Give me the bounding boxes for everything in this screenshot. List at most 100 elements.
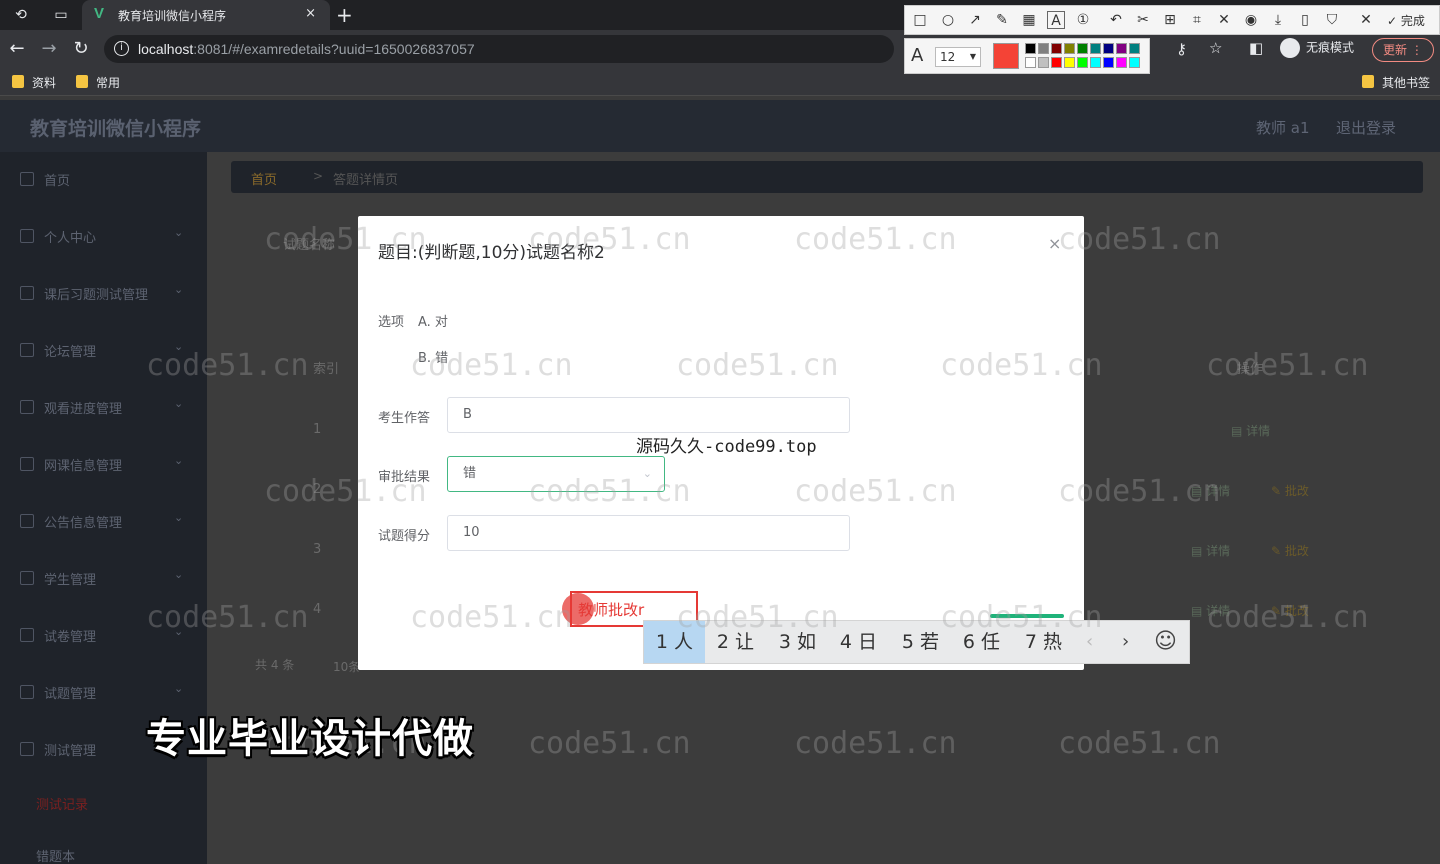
bookmark-folder[interactable]: 资料 <box>12 74 56 91</box>
done-button[interactable]: ✓ 完成 <box>1387 12 1425 29</box>
translate-icon[interactable]: ⊞ <box>1161 11 1179 29</box>
pen-tool-icon[interactable]: ✎ <box>993 11 1011 29</box>
app-title: 教育培训微信小程序 <box>30 118 202 140</box>
home-icon <box>20 172 34 186</box>
color-swatch[interactable] <box>1103 43 1114 54</box>
pin-icon[interactable]: ✕ <box>1215 11 1233 29</box>
update-button[interactable]: 更新 ⋮ <box>1372 38 1434 62</box>
chevron-down-icon: ⌄ <box>174 226 184 239</box>
bar-chart-icon <box>20 628 34 642</box>
back-button[interactable]: ← <box>6 38 28 60</box>
emoji-icon[interactable]: ☺ <box>1154 621 1177 663</box>
gear-icon <box>20 742 34 756</box>
watermark-text: code51.cn <box>528 726 691 761</box>
color-swatch[interactable] <box>1103 57 1114 68</box>
color-swatch[interactable] <box>1129 57 1140 68</box>
ocr-icon[interactable]: ⌗ <box>1188 11 1206 29</box>
sidebar-item-courses[interactable]: 网课信息管理 ⌄ <box>0 445 207 485</box>
watermark-text: code51.cn <box>264 222 427 257</box>
user-icon <box>20 229 34 243</box>
download-icon[interactable]: ⤓ <box>1269 11 1287 29</box>
color-swatch[interactable] <box>1116 43 1127 54</box>
ellipse-tool-icon[interactable]: ○ <box>939 11 957 29</box>
color-swatch[interactable] <box>1090 57 1101 68</box>
sidebar-item-profile[interactable]: 个人中心 ⌄ <box>0 217 207 257</box>
current-color-swatch[interactable] <box>993 43 1019 69</box>
detail-link[interactable]: ▤ 详情 <box>1191 542 1230 559</box>
pagination-total: 共 4 条 <box>255 658 295 672</box>
tab-close-button[interactable]: × <box>305 6 316 21</box>
watermark-text: code51.cn <box>1206 600 1369 635</box>
number-tool-icon[interactable]: ① <box>1074 11 1092 29</box>
sidebar-item-notice[interactable]: 公告信息管理 ⌄ <box>0 502 207 542</box>
cancel-icon[interactable]: ✕ <box>1357 11 1375 29</box>
sidebar-item-progress[interactable]: 观看进度管理 ⌄ <box>0 388 207 428</box>
window-icon[interactable]: ▭ <box>52 6 70 24</box>
rectangle-tool-icon[interactable]: □ <box>911 11 929 29</box>
breadcrumb-home[interactable]: 首页 <box>251 169 277 188</box>
crop-icon[interactable]: ✂ <box>1134 11 1152 29</box>
color-swatch[interactable] <box>1064 43 1075 54</box>
watermark-text: code51.cn <box>528 222 691 257</box>
color-swatch[interactable] <box>1090 43 1101 54</box>
url-input[interactable]: i localhost:8081/#/examredetails?uuid=16… <box>104 35 894 63</box>
reload-button[interactable]: ↻ <box>70 38 92 60</box>
color-swatch[interactable] <box>1051 43 1062 54</box>
sidepanel-icon[interactable]: ◧ <box>1249 39 1263 57</box>
color-swatch[interactable] <box>1025 43 1036 54</box>
pagination-size[interactable]: 10条 <box>333 658 360 675</box>
approve-link[interactable]: ✎ 批改 <box>1271 542 1309 559</box>
source-watermark: 源码久久-code99.top <box>636 437 817 457</box>
app-header: 教育培训微信小程序 教师 a1 退出登录 <box>0 100 1440 152</box>
answer-label: 考生作答 <box>378 411 431 426</box>
watermark-text: code51.cn <box>676 600 839 635</box>
sidebar-item-home[interactable]: 首页 <box>0 160 207 200</box>
detail-link[interactable]: ▤ 详情 <box>1231 422 1270 439</box>
color-swatch[interactable] <box>1129 43 1140 54</box>
forward-button[interactable]: → <box>38 38 60 60</box>
browser-tab[interactable]: V 教育培训微信小程序 × <box>82 0 330 30</box>
text-style-toolbar: A 12 <box>904 38 1150 74</box>
incognito-indicator[interactable]: 无痕模式 <box>1280 38 1354 58</box>
watermark-text: code51.cn <box>794 726 957 761</box>
ime-next-icon[interactable]: › <box>1122 621 1129 663</box>
sidebar-sub-test-records[interactable]: 测试记录 <box>36 794 88 813</box>
font-size-select[interactable]: 12 <box>935 47 981 67</box>
screenshot-toolbar: □ ○ ↗ ✎ ▦ A ① ↶ ✂ ⊞ ⌗ ✕ ◉ ⤓ ▯ ⛉ ✕ ✓ 完成 <box>904 5 1440 35</box>
color-swatch[interactable] <box>1025 57 1036 68</box>
answer-field[interactable]: B <box>447 397 850 433</box>
color-swatch[interactable] <box>1077 43 1088 54</box>
color-swatch[interactable] <box>1116 57 1127 68</box>
phone-icon[interactable]: ▯ <box>1296 11 1314 29</box>
clock-icon <box>20 286 34 300</box>
color-swatch[interactable] <box>1051 57 1062 68</box>
undo-icon[interactable]: ↶ <box>1107 11 1125 29</box>
arrow-tool-icon[interactable]: ↗ <box>966 11 984 29</box>
record-icon[interactable]: ◉ <box>1242 11 1260 29</box>
score-input[interactable]: 10 <box>447 515 850 551</box>
color-swatch[interactable] <box>1077 57 1088 68</box>
site-info-icon[interactable]: i <box>114 41 129 56</box>
color-swatch[interactable] <box>1064 57 1075 68</box>
color-swatch[interactable] <box>1038 43 1049 54</box>
key-icon[interactable]: ⚷ <box>1176 40 1187 58</box>
watermark-text: code51.cn <box>794 474 957 509</box>
watermark-text: code51.cn <box>410 348 573 383</box>
bookmark-icon[interactable]: ⛉ <box>1323 11 1341 29</box>
promo-caption: 专业毕业设计代做 <box>146 716 474 762</box>
text-tool-icon[interactable]: A <box>1047 11 1065 29</box>
sidebar-sub-wrong-book[interactable]: 错题本 <box>36 846 75 864</box>
approve-link[interactable]: ✎ 批改 <box>1271 482 1309 499</box>
logout-link[interactable]: 退出登录 <box>1336 117 1396 138</box>
sidebar-item-homework[interactable]: 课后习题测试管理 ⌄ <box>0 274 207 314</box>
star-icon[interactable]: ☆ <box>1209 39 1222 57</box>
new-tab-button[interactable]: + <box>336 3 353 27</box>
score-label: 试题得分 <box>378 529 431 544</box>
bookmark-folder[interactable]: 常用 <box>76 74 120 91</box>
mosaic-tool-icon[interactable]: ▦ <box>1020 11 1038 29</box>
color-swatch[interactable] <box>1038 57 1049 68</box>
sidebar-item-students[interactable]: 学生管理 ⌄ <box>0 559 207 599</box>
browser-menu-icon[interactable]: ⟲ <box>12 6 30 24</box>
other-bookmarks[interactable]: 其他书签 <box>1362 74 1430 91</box>
chevron-down-icon: ⌄ <box>174 283 184 296</box>
